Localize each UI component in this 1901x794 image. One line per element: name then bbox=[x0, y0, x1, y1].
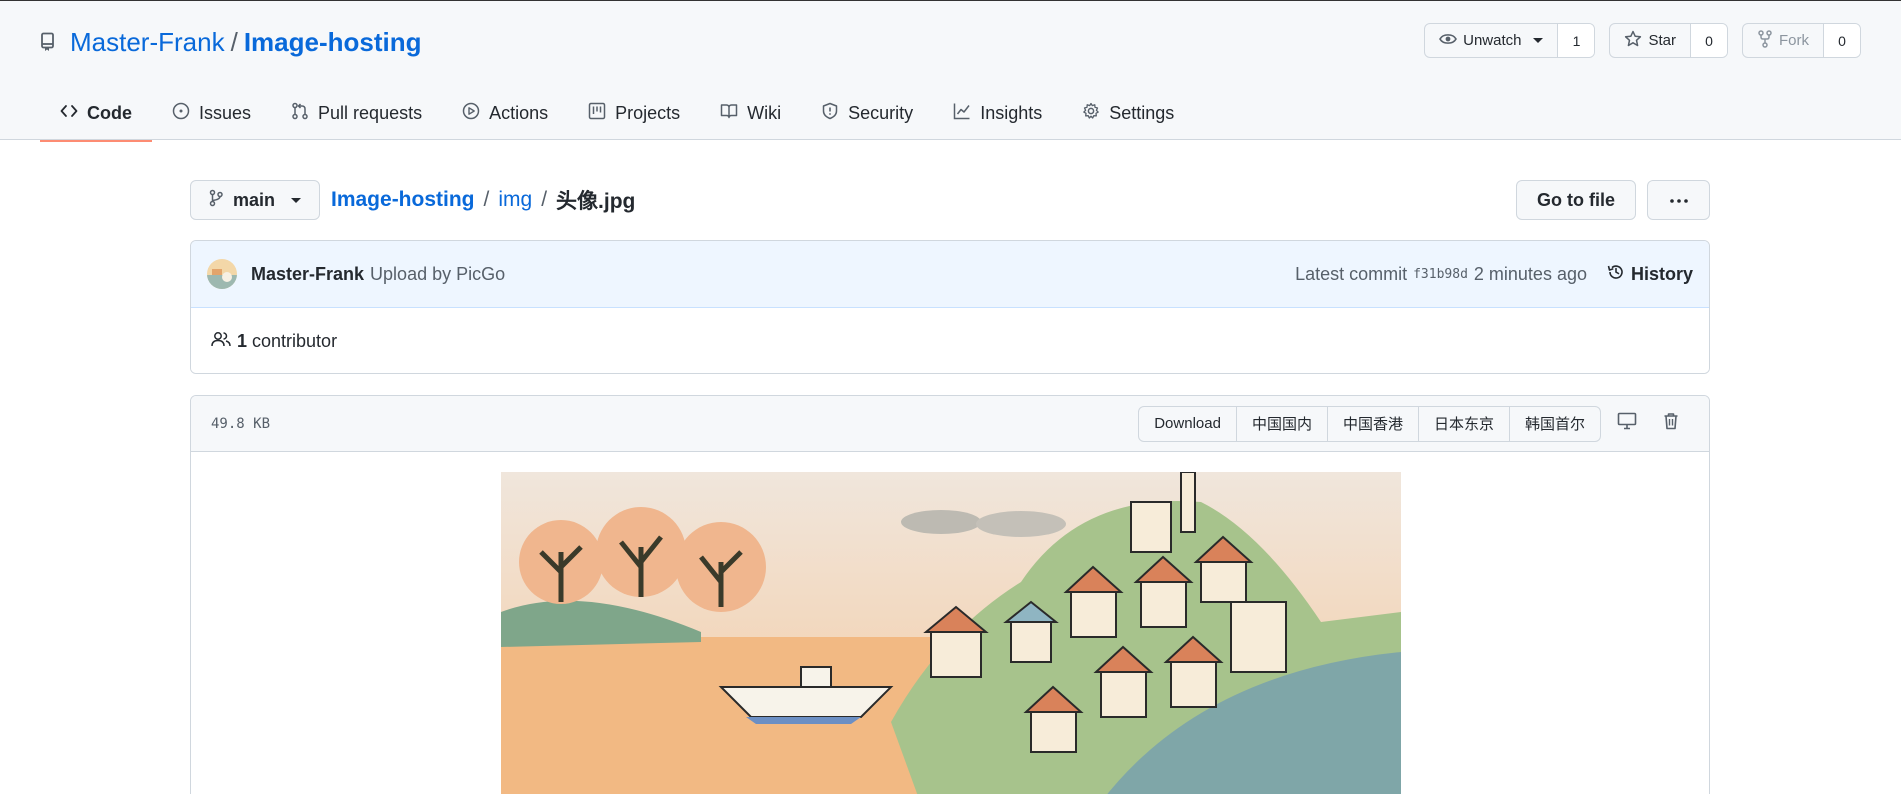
desktop-button[interactable] bbox=[1609, 406, 1645, 442]
star-button-group: Star 0 bbox=[1609, 23, 1728, 58]
repo-nav-tabs: Code Issues Pull requests Actions Projec… bbox=[40, 85, 1194, 142]
gear-icon bbox=[1082, 102, 1100, 125]
commit-meta: Latest commit f31b98d 2 minutes ago Hist… bbox=[1295, 263, 1693, 286]
tab-security-label: Security bbox=[848, 102, 914, 123]
tab-security[interactable]: Security bbox=[801, 85, 933, 141]
shield-icon bbox=[821, 102, 839, 125]
eye-icon bbox=[1439, 32, 1458, 50]
breadcrumb-separator: / bbox=[483, 188, 490, 211]
repo-title-separator: / bbox=[230, 26, 238, 57]
mirror-hongkong-button[interactable]: 中国香港 bbox=[1328, 406, 1419, 441]
commit-sha-link[interactable]: f31b98d bbox=[1413, 267, 1468, 282]
download-button[interactable]: Download bbox=[1139, 406, 1237, 441]
fork-icon bbox=[1757, 29, 1773, 52]
desktop-icon bbox=[1617, 412, 1637, 435]
avatar[interactable] bbox=[207, 259, 237, 289]
chevron-down-icon bbox=[291, 197, 302, 203]
history-icon bbox=[1607, 263, 1625, 286]
issue-icon bbox=[172, 102, 190, 125]
tab-actions-label: Actions bbox=[489, 102, 549, 123]
repo-owner-link[interactable]: Master-Frank bbox=[70, 27, 225, 58]
repo-icon bbox=[40, 31, 58, 53]
history-link[interactable]: History bbox=[1607, 263, 1693, 286]
book-icon bbox=[720, 102, 738, 125]
breadcrumb-repo-link[interactable]: Image-hosting bbox=[331, 188, 475, 212]
commit-row: Master-Frank Upload by PicGo Latest comm… bbox=[191, 241, 1709, 308]
tab-actions[interactable]: Actions bbox=[442, 85, 568, 141]
forks-count[interactable]: 0 bbox=[1824, 24, 1860, 57]
tab-code-label: Code bbox=[87, 102, 132, 123]
repo-title: Master-Frank / Image-hosting bbox=[40, 27, 421, 57]
kebab-horizontal-icon bbox=[1669, 191, 1689, 209]
tab-wiki-label: Wiki bbox=[747, 102, 782, 123]
latest-commit-label: Latest commit bbox=[1295, 263, 1408, 284]
fork-label: Fork bbox=[1779, 32, 1809, 49]
mirror-china-button[interactable]: 中国国内 bbox=[1237, 406, 1328, 441]
tab-projects-label: Projects bbox=[615, 102, 681, 123]
unwatch-label: Unwatch bbox=[1463, 32, 1522, 49]
tab-projects[interactable]: Projects bbox=[568, 85, 700, 141]
tab-settings[interactable]: Settings bbox=[1062, 85, 1194, 141]
file-header: 49.8 KB Download 中国国内 中国香港 日本东京 韩国首尔 bbox=[191, 396, 1709, 452]
star-label: Star bbox=[1648, 32, 1676, 49]
file-size: 49.8 KB bbox=[211, 415, 271, 432]
tab-issues[interactable]: Issues bbox=[152, 85, 271, 141]
file-navigation: main Image-hosting / img / 头像.jpg Go to … bbox=[190, 180, 1710, 220]
go-to-file-button[interactable]: Go to file bbox=[1516, 180, 1636, 220]
tab-insights-label: Insights bbox=[980, 102, 1043, 123]
tab-issues-label: Issues bbox=[199, 102, 252, 123]
branch-selector-button[interactable]: main bbox=[190, 180, 320, 220]
commit-time: 2 minutes ago bbox=[1473, 263, 1587, 284]
play-icon bbox=[462, 102, 480, 125]
fork-button[interactable]: Fork bbox=[1743, 24, 1824, 57]
star-icon bbox=[1624, 30, 1642, 52]
fork-button-group: Fork 0 bbox=[1742, 23, 1861, 58]
tab-code[interactable]: Code bbox=[40, 85, 152, 142]
download-button-group: Download 中国国内 中国香港 日本东京 韩国首尔 bbox=[1138, 405, 1601, 442]
breadcrumb-folder-link[interactable]: img bbox=[498, 188, 532, 212]
commit-message-link[interactable]: Upload by PicGo bbox=[370, 264, 505, 285]
delete-button[interactable] bbox=[1653, 406, 1689, 442]
stars-count[interactable]: 0 bbox=[1691, 24, 1727, 57]
mirror-seoul-button[interactable]: 韩国首尔 bbox=[1510, 407, 1600, 441]
pull-request-icon bbox=[291, 102, 309, 125]
code-icon bbox=[60, 102, 78, 125]
commit-author-link[interactable]: Master-Frank bbox=[251, 264, 364, 285]
branch-name: main bbox=[233, 189, 276, 210]
branch-icon bbox=[209, 189, 223, 212]
repo-name-link[interactable]: Image-hosting bbox=[244, 27, 422, 58]
trash-icon bbox=[1663, 412, 1679, 435]
project-icon bbox=[588, 102, 606, 125]
watchers-count[interactable]: 1 bbox=[1558, 24, 1595, 57]
breadcrumb: Image-hosting / img / 头像.jpg bbox=[331, 180, 635, 220]
file-viewer: 49.8 KB Download 中国国内 中国香港 日本东京 韩国首尔 bbox=[190, 395, 1710, 794]
tab-pull-requests[interactable]: Pull requests bbox=[271, 85, 442, 141]
watch-button-group: Unwatch 1 bbox=[1424, 23, 1596, 58]
mirror-tokyo-button[interactable]: 日本东京 bbox=[1419, 406, 1510, 441]
people-icon bbox=[211, 331, 231, 352]
file-content bbox=[191, 452, 1709, 794]
breadcrumb-separator: / bbox=[541, 188, 548, 211]
repo-header: Master-Frank / Image-hosting Unwatch 1 S… bbox=[0, 0, 1901, 142]
graph-icon bbox=[953, 102, 971, 125]
repo-actions: Unwatch 1 Star 0 Fork 0 bbox=[1424, 23, 1861, 58]
star-button[interactable]: Star bbox=[1610, 24, 1691, 57]
file-actions: Download 中国国内 中国香港 日本东京 韩国首尔 bbox=[1138, 405, 1689, 442]
tab-wiki[interactable]: Wiki bbox=[700, 85, 801, 141]
tab-settings-label: Settings bbox=[1109, 102, 1175, 123]
image-preview bbox=[501, 472, 1401, 794]
history-label: History bbox=[1630, 263, 1693, 284]
chevron-down-icon bbox=[1533, 38, 1544, 43]
more-options-button[interactable] bbox=[1647, 180, 1710, 220]
contributor-count: 1 bbox=[237, 330, 248, 351]
contributor-label: contributor bbox=[252, 330, 338, 351]
unwatch-button[interactable]: Unwatch bbox=[1425, 24, 1559, 57]
tab-insights[interactable]: Insights bbox=[933, 85, 1062, 141]
tab-pull-requests-label: Pull requests bbox=[318, 102, 423, 123]
contributors-row[interactable]: 1 contributor bbox=[191, 308, 1709, 373]
latest-commit-box: Master-Frank Upload by PicGo Latest comm… bbox=[190, 240, 1710, 374]
breadcrumb-current-file: 头像.jpg bbox=[556, 190, 636, 213]
